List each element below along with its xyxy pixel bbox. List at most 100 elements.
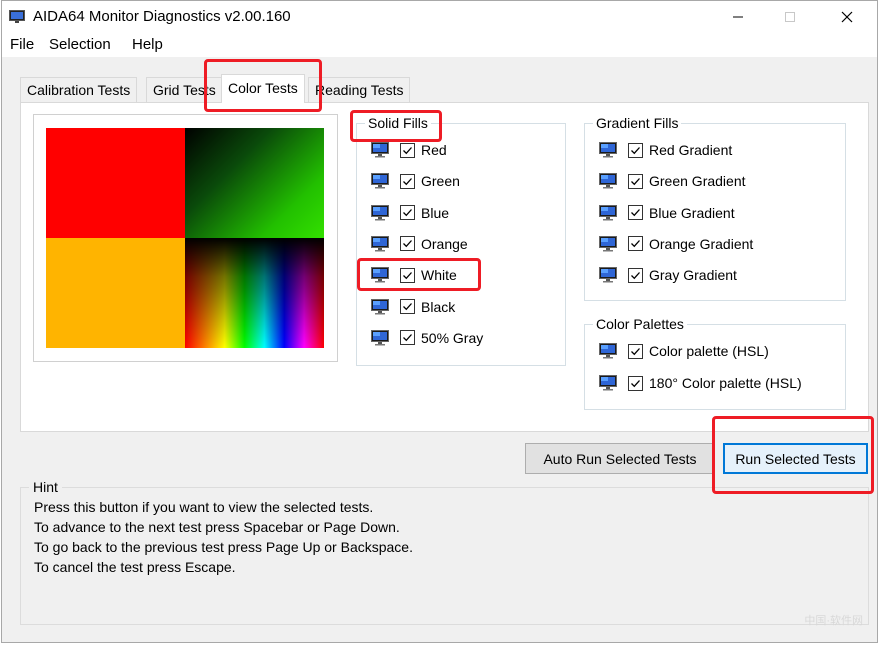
tab-grid-tests[interactable]: Grid Tests bbox=[146, 77, 223, 102]
monitor-icon bbox=[599, 142, 617, 158]
checkmark-icon bbox=[403, 303, 412, 311]
checkbox[interactable] bbox=[400, 236, 415, 252]
preview-color-palette bbox=[185, 238, 324, 348]
color-palettes-title: Color Palettes bbox=[593, 316, 687, 332]
monitor-icon bbox=[371, 235, 389, 252]
option-red-gradient[interactable]: Red Gradient bbox=[599, 140, 732, 160]
option-black[interactable]: Black bbox=[371, 297, 455, 317]
auto-run-selected-tests-button[interactable]: Auto Run Selected Tests bbox=[525, 443, 715, 474]
tab-color-tests[interactable]: Color Tests bbox=[221, 74, 305, 103]
checkmark-icon bbox=[631, 177, 640, 186]
app-window: AIDA64 Monitor Diagnostics v2.00.160 Fil… bbox=[1, 0, 878, 643]
title-bar[interactable]: AIDA64 Monitor Diagnostics v2.00.160 bbox=[2, 1, 877, 33]
tab-calibration-tests[interactable]: Calibration Tests bbox=[20, 77, 138, 102]
checkbox[interactable] bbox=[628, 173, 643, 189]
minimize-icon bbox=[733, 16, 743, 18]
option-label: Black bbox=[421, 298, 456, 315]
option-label: White bbox=[421, 267, 457, 284]
option-blue-gradient[interactable]: Blue Gradient bbox=[599, 203, 735, 223]
run-button-label: Run Selected Tests bbox=[735, 450, 856, 467]
checkbox[interactable] bbox=[628, 236, 643, 252]
option-red[interactable]: Red bbox=[371, 140, 447, 160]
monitor-icon bbox=[599, 235, 617, 252]
close-button[interactable] bbox=[824, 1, 870, 33]
menu-file[interactable]: File bbox=[10, 36, 34, 53]
hint-line: To cancel the test press Escape. bbox=[34, 559, 236, 575]
option-green-gradient[interactable]: Green Gradient bbox=[599, 171, 746, 191]
checkbox[interactable] bbox=[628, 375, 643, 391]
checkbox[interactable] bbox=[628, 205, 643, 221]
option-color-palette-hsl[interactable]: Color palette (HSL) bbox=[599, 341, 769, 361]
checkbox[interactable] bbox=[400, 205, 415, 221]
checkbox[interactable] bbox=[400, 267, 415, 283]
tab-label: Reading Tests bbox=[315, 82, 404, 98]
checkbox[interactable] bbox=[400, 299, 415, 314]
option-180-color-palette-hsl[interactable]: 180° Color palette (HSL) bbox=[599, 373, 802, 393]
option-label: Orange Gradient bbox=[649, 235, 754, 252]
option-orange[interactable]: Orange bbox=[371, 234, 468, 254]
hint-title: Hint bbox=[29, 479, 62, 495]
option-label: Orange bbox=[421, 235, 468, 252]
checkbox[interactable] bbox=[628, 142, 643, 158]
hint-line: To go back to the previous test press Pa… bbox=[34, 539, 413, 555]
minimize-button[interactable] bbox=[715, 1, 761, 33]
checkmark-icon bbox=[631, 347, 640, 355]
preview-red-fill bbox=[46, 128, 185, 238]
menu-file-label: File bbox=[10, 36, 35, 53]
option-orange-gradient[interactable]: Orange Gradient bbox=[599, 234, 753, 254]
checkbox[interactable] bbox=[400, 173, 415, 189]
monitor-icon bbox=[371, 204, 389, 221]
option-white[interactable]: White bbox=[371, 265, 457, 285]
color-preview bbox=[33, 114, 338, 362]
tab-label: Calibration Tests bbox=[27, 82, 131, 98]
close-icon bbox=[841, 11, 853, 23]
monitor-icon bbox=[371, 142, 389, 158]
menu-help[interactable]: Help bbox=[132, 36, 163, 53]
run-selected-tests-button[interactable]: Run Selected Tests bbox=[723, 443, 868, 474]
solid-fills-title: Solid Fills bbox=[365, 115, 431, 131]
maximize-icon bbox=[785, 12, 795, 22]
monitor-icon bbox=[599, 375, 617, 391]
monitor-icon bbox=[599, 343, 617, 359]
monitor-icon bbox=[599, 204, 617, 221]
maximize-button[interactable] bbox=[767, 1, 813, 33]
app-monitor-icon bbox=[9, 10, 25, 23]
checkbox[interactable] bbox=[628, 343, 643, 359]
option-label: Green bbox=[421, 173, 460, 190]
checkmark-icon bbox=[403, 177, 412, 186]
gradient-fills-title: Gradient Fills bbox=[593, 115, 682, 131]
option-label: Gray Gradient bbox=[649, 267, 737, 284]
menu-selection-label: Selection bbox=[49, 36, 111, 53]
checkmark-icon bbox=[403, 209, 412, 217]
option-blue[interactable]: Blue bbox=[371, 203, 449, 223]
menu-bar: File Selection Help bbox=[2, 33, 877, 57]
monitor-icon bbox=[371, 173, 389, 189]
monitor-icon bbox=[371, 329, 389, 346]
checkmark-icon bbox=[403, 271, 412, 279]
watermark: 中国·软件网 bbox=[804, 615, 863, 627]
checkbox[interactable] bbox=[628, 267, 643, 283]
menu-selection[interactable]: Selection bbox=[49, 36, 111, 53]
menu-help-label: Help bbox=[132, 36, 163, 53]
window-title: AIDA64 Monitor Diagnostics v2.00.160 bbox=[33, 8, 291, 25]
option-50-gray[interactable]: 50% Gray bbox=[371, 328, 483, 348]
checkmark-icon bbox=[631, 146, 640, 154]
tab-label: Color Tests bbox=[228, 80, 298, 96]
tab-reading-tests[interactable]: Reading Tests bbox=[308, 77, 411, 102]
checkbox[interactable] bbox=[400, 142, 415, 158]
preview-green-gradient bbox=[185, 128, 324, 238]
option-green[interactable]: Green bbox=[371, 171, 460, 191]
checkbox[interactable] bbox=[400, 330, 415, 346]
option-label: Red Gradient bbox=[649, 142, 733, 158]
hint-line: Press this button if you want to view th… bbox=[34, 499, 374, 515]
option-label: Green Gradient bbox=[649, 173, 746, 190]
option-gray-gradient[interactable]: Gray Gradient bbox=[599, 265, 737, 285]
color-palettes-group bbox=[584, 324, 846, 410]
monitor-icon bbox=[371, 267, 389, 283]
checkmark-icon bbox=[403, 240, 412, 248]
option-label: 180° Color palette (HSL) bbox=[649, 375, 802, 391]
option-label: 50% Gray bbox=[421, 329, 484, 346]
checkmark-icon bbox=[631, 209, 640, 217]
monitor-icon bbox=[599, 173, 617, 189]
checkmark-icon bbox=[631, 240, 640, 248]
